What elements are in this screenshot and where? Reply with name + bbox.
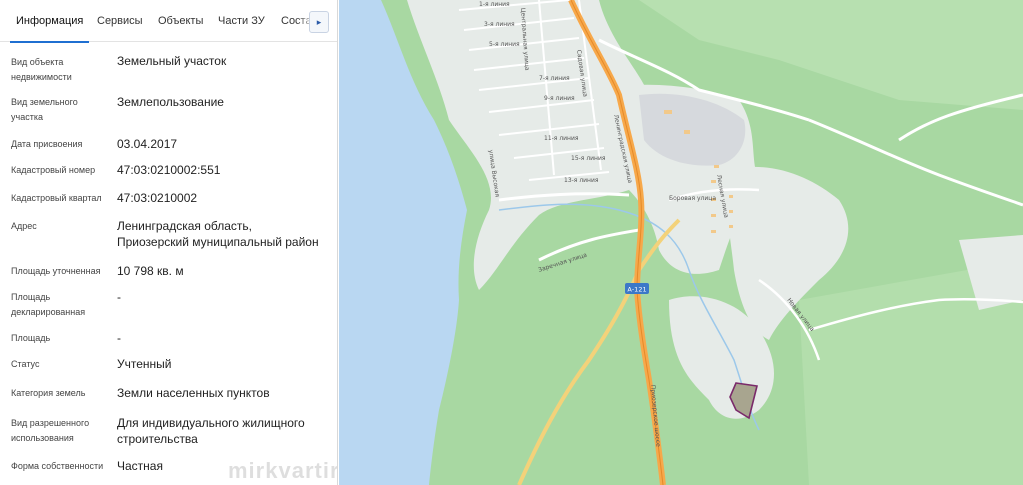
- field-value: Земли населенных пунктов: [117, 386, 270, 400]
- field-value: Землепользование: [117, 95, 224, 109]
- tab-parcel-parts[interactable]: Части ЗУ: [218, 0, 265, 42]
- field-label: Кадастровый номер: [11, 165, 96, 175]
- field-value: 10 798 кв. м: [117, 264, 184, 278]
- tab-objects[interactable]: Объекты: [158, 0, 203, 42]
- field-value: -: [117, 331, 121, 345]
- street-label: 9-я линия: [544, 95, 575, 102]
- street-label: 7-я линия: [539, 75, 570, 82]
- info-panel: Информация Сервисы Объекты Части ЗУ Сост…: [0, 0, 338, 485]
- field-value: 03.04.2017: [117, 137, 178, 151]
- field-value: 47:03:0210002:551: [117, 163, 221, 177]
- field-label: Площадь: [11, 333, 51, 343]
- street-label: 15-я линия: [571, 155, 606, 162]
- field-value: Частная: [117, 459, 163, 473]
- map-canvas: А-121 Ленинградская улица Приозерское шо…: [339, 0, 1023, 485]
- chevron-right-icon[interactable]: ▸: [309, 11, 329, 33]
- street-label: 5-я линия: [489, 41, 520, 48]
- field-label: Категория земель: [11, 388, 86, 398]
- field-label: Вид земельного участка: [11, 97, 78, 122]
- street-label: Боровая улица: [669, 195, 716, 202]
- tab-information[interactable]: Информация: [9, 0, 90, 43]
- field-label: Площадь уточненная: [11, 266, 101, 276]
- tab-services[interactable]: Сервисы: [97, 0, 143, 42]
- street-label: 1-я линия: [479, 1, 510, 8]
- field-label: Вид объекта недвижимости: [11, 57, 72, 82]
- field-value: Земельный участок: [117, 54, 227, 68]
- field-value: Ленинградская область, Приозерский муниц…: [117, 219, 319, 249]
- field-label: Площадь декларированная: [11, 292, 86, 317]
- field-value: 47:03:0210002: [117, 191, 198, 205]
- field-value: -: [117, 290, 121, 304]
- field-label: Адрес: [11, 221, 37, 231]
- street-label: 13-я линия: [564, 177, 599, 184]
- field-value: Для индивидуального жилищного строительс…: [117, 416, 305, 446]
- tab-bar: Информация Сервисы Объекты Части ЗУ Сост…: [0, 0, 337, 43]
- field-label: Вид разрешенного использования: [11, 418, 90, 443]
- field-label: Статус: [11, 359, 40, 369]
- field-value: Учтенный: [117, 357, 172, 371]
- cadastral-map[interactable]: А-121 Ленинградская улица Приозерское шо…: [339, 0, 1023, 485]
- street-label: 11-я линия: [544, 135, 579, 142]
- road-badge-label: А-121: [627, 286, 646, 294]
- field-label: Форма собственности: [11, 461, 104, 471]
- field-label: Кадастровый квартал: [11, 193, 102, 203]
- street-label: 3-я линия: [484, 21, 515, 28]
- field-label: Дата присвоения: [11, 139, 83, 149]
